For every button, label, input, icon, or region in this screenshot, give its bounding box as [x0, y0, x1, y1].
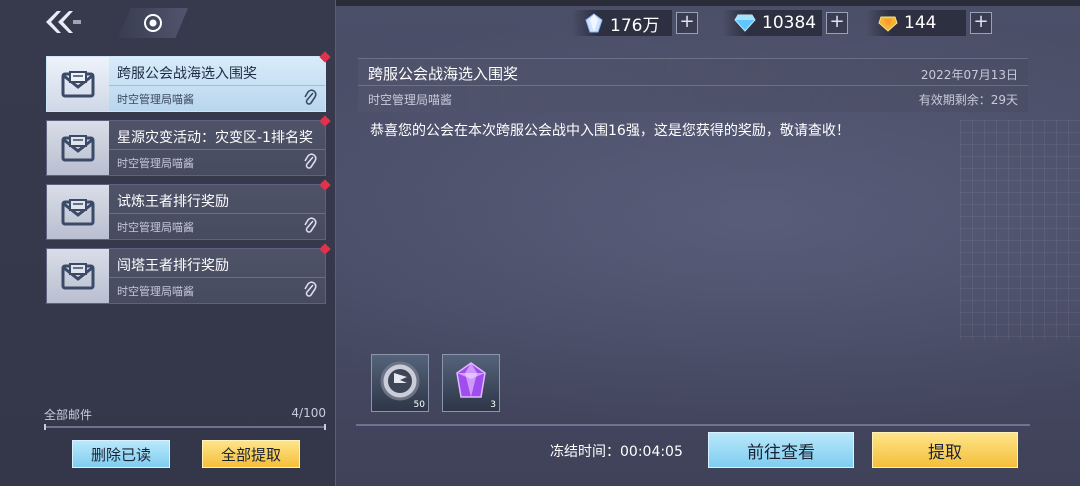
purple-crystal-icon	[456, 362, 486, 398]
currency-gold-gem: 144 +	[866, 10, 992, 36]
divider	[356, 424, 1030, 426]
delete-read-button[interactable]: 删除已读	[72, 440, 170, 468]
mail-body: 恭喜您的公会在本次跨服公会战中入围16强，这是您获得的奖励，敬请查收！	[370, 123, 850, 139]
claim-all-button[interactable]: 全部提取	[202, 440, 300, 468]
mail-title: 试炼王者排行奖励	[117, 194, 229, 210]
attachment-icon	[304, 281, 317, 297]
mail-item[interactable]: 星源灾变活动：灾变区-1排名奖 时空管理局喵酱	[46, 115, 331, 176]
mail-title: 闯塔王者排行奖励	[117, 258, 229, 274]
double-chevron-left-icon	[46, 11, 81, 33]
divider	[109, 213, 325, 214]
add-gold-gem-button[interactable]: +	[970, 12, 992, 34]
add-diamond-button[interactable]: +	[826, 12, 848, 34]
mail-count-row: 全部邮件 4/100	[44, 404, 326, 430]
freeze-timer: 冻结时间：00:04:05	[550, 444, 683, 460]
detail-date: 2022年07月13日	[920, 68, 1018, 82]
divider	[44, 424, 326, 430]
go-view-button[interactable]: 前往查看	[708, 432, 854, 468]
detail-sender: 时空管理局喵酱	[368, 93, 453, 107]
mail-item[interactable]: 闯塔王者排行奖励 时空管理局喵酱	[46, 243, 331, 304]
reward-count: 50	[413, 400, 425, 410]
mail-count: 4/100	[291, 406, 326, 420]
mail-sender: 时空管理局喵酱	[117, 285, 194, 298]
divider	[358, 85, 1028, 86]
currency-value: 10384	[762, 13, 817, 33]
grid-decoration	[960, 120, 1080, 340]
back-button[interactable]	[40, 8, 86, 36]
reward-item[interactable]: 50	[371, 354, 429, 412]
currency-value: 176万	[610, 15, 660, 36]
attachment-icon	[304, 89, 317, 105]
mail-sender: 时空管理局喵酱	[117, 221, 194, 234]
validity-remaining: 有效期剩余：29天	[918, 93, 1018, 107]
divider	[109, 149, 325, 150]
currency-value: 144	[904, 13, 937, 33]
envelope-icon	[61, 199, 95, 226]
crystal-icon	[584, 13, 604, 33]
mail-thumb	[47, 249, 109, 303]
claim-button[interactable]: 提取	[872, 432, 1018, 468]
mail-title: 跨服公会战海选入围奖	[117, 66, 257, 82]
mail-detail-header: 跨服公会战海选入围奖 2022年07月13日 时空管理局喵酱 有效期剩余：29天	[358, 58, 1028, 112]
add-crystal-button[interactable]: +	[676, 12, 698, 34]
reward-count: 3	[490, 400, 496, 410]
divider	[109, 85, 325, 86]
divider	[109, 277, 325, 278]
target-icon	[144, 14, 162, 32]
envelope-icon	[61, 71, 95, 98]
mail-item[interactable]: 跨服公会战海选入围奖 时空管理局喵酱	[46, 51, 331, 112]
mail-thumb	[47, 185, 109, 239]
currency-crystal: 176万 +	[572, 10, 698, 36]
reward-item[interactable]: 3	[442, 354, 500, 412]
mail-title: 星源灾变活动：灾变区-1排名奖	[117, 130, 313, 146]
guild-badge-icon	[380, 361, 420, 401]
diamond-icon	[734, 14, 756, 32]
envelope-icon	[61, 263, 95, 290]
mail-thumb	[47, 121, 109, 175]
detail-title: 跨服公会战海选入围奖	[368, 65, 519, 83]
attachment-icon	[304, 153, 317, 169]
currency-diamond: 10384 +	[722, 10, 848, 36]
gold-gem-icon	[878, 13, 898, 33]
all-mail-label: 全部邮件	[44, 408, 93, 422]
attachment-icon	[304, 217, 317, 233]
mail-item[interactable]: 试炼王者排行奖励 时空管理局喵酱	[46, 179, 331, 240]
mail-sender: 时空管理局喵酱	[117, 157, 194, 170]
mail-thumb	[47, 57, 109, 111]
mail-sender: 时空管理局喵酱	[117, 93, 194, 106]
envelope-icon	[61, 135, 95, 162]
